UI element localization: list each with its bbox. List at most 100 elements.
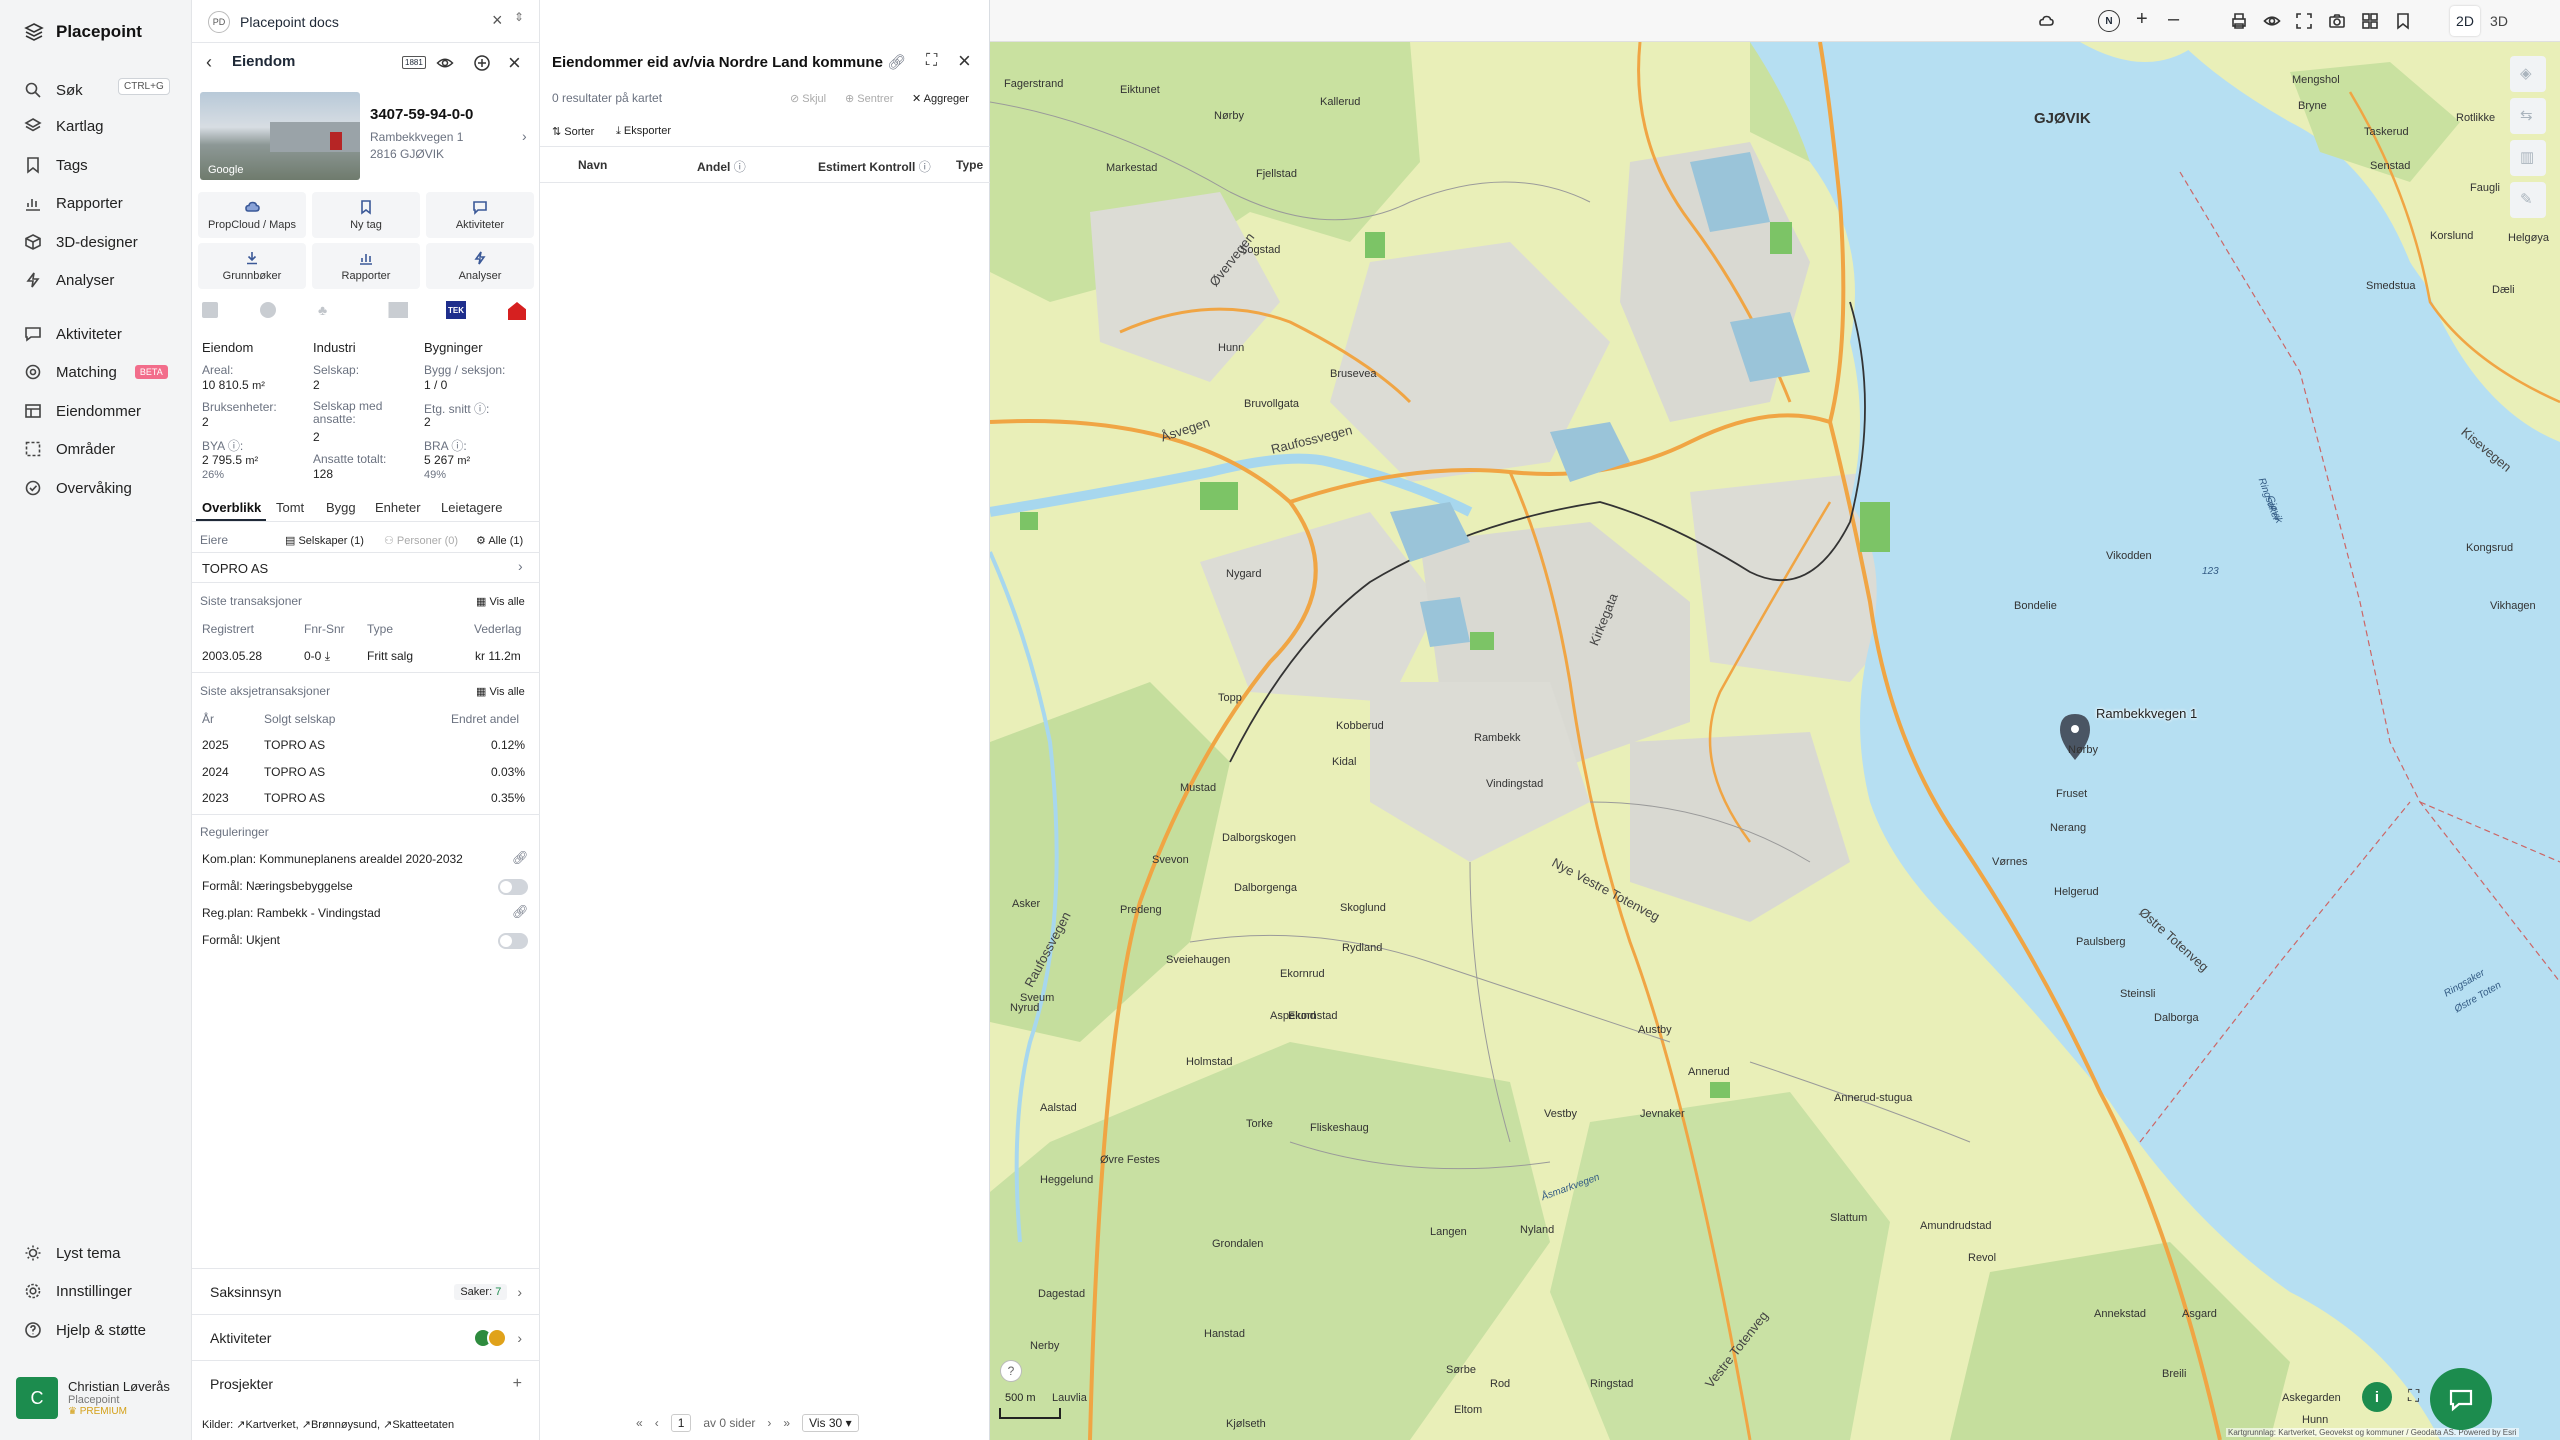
- brand[interactable]: Placepoint: [24, 22, 142, 42]
- map-tool-layers[interactable]: ◈: [2510, 56, 2546, 92]
- marker-label[interactable]: Rambekkvegen 1: [2096, 706, 2197, 721]
- hide-button[interactable]: ⊘ Skjul: [790, 92, 826, 105]
- saksinnsyn-accordion[interactable]: Saksinnsyn Saker: 7 ›: [192, 1268, 540, 1314]
- cloud-layer-icon[interactable]: [2037, 12, 2055, 30]
- first-page-icon[interactable]: «: [636, 1416, 643, 1430]
- map-tool-measure[interactable]: ⇆: [2510, 98, 2546, 134]
- link-icon[interactable]: 🔗︎: [512, 850, 529, 866]
- link-icon[interactable]: 🔗︎: [512, 904, 529, 920]
- user-profile[interactable]: C Christian Løverås Placepoint ♛ PREMIUM: [16, 1372, 184, 1424]
- provider-building-icon[interactable]: [202, 302, 218, 318]
- nav-item-overvaking[interactable]: Overvåking: [24, 476, 132, 500]
- fullscreen-icon[interactable]: [2295, 12, 2313, 30]
- nav-item-eiendommer[interactable]: Eiendommer: [24, 399, 141, 423]
- nav-item-rapporter[interactable]: Rapporter: [24, 191, 123, 215]
- bookmark-icon[interactable]: [2394, 12, 2412, 30]
- nav-item-help[interactable]: Hjelp & støtte: [24, 1318, 146, 1342]
- tab-enheter[interactable]: Enheter: [375, 500, 421, 515]
- map-canvas[interactable]: GJØVIK Fagerstrand Eiktunet Nørby Kaller…: [990, 42, 2560, 1440]
- zoom-out-icon[interactable]: –: [2168, 8, 2179, 31]
- mode-3d-button[interactable]: 3D: [2484, 6, 2514, 36]
- street-view-photo[interactable]: Google: [200, 92, 360, 180]
- add-circle-icon[interactable]: [473, 54, 491, 72]
- zoom-in-icon[interactable]: +: [2136, 8, 2148, 31]
- column-header-name[interactable]: Navn: [578, 158, 607, 172]
- expand-map-icon[interactable]: ⛶: [2408, 1388, 2419, 1406]
- tab-tomt[interactable]: Tomt: [276, 500, 304, 515]
- provider-globe-icon[interactable]: [260, 302, 276, 318]
- filter-persons[interactable]: ⚇ Personer (0): [384, 534, 458, 547]
- nav-item-search[interactable]: Søk: [24, 78, 83, 102]
- center-button[interactable]: ⊕ Sentrer: [845, 92, 893, 105]
- reports-button[interactable]: Rapporter: [312, 243, 420, 289]
- column-header-share[interactable]: Andel ⓘ: [697, 158, 746, 175]
- badge-1881[interactable]: 1881: [402, 56, 426, 69]
- workspace-switcher[interactable]: PD Placepoint docs: [208, 10, 528, 34]
- prev-page-icon[interactable]: ‹: [655, 1416, 659, 1430]
- source-skatteetaten[interactable]: ↗Skatteetaten: [383, 1419, 454, 1431]
- nav-item-3d-designer[interactable]: 3D-designer: [24, 230, 138, 254]
- nav-item-settings[interactable]: Innstillinger: [24, 1279, 132, 1303]
- provider-tek-icon[interactable]: TEK: [446, 301, 466, 319]
- filter-companies[interactable]: ▤ Selskaper (1): [285, 534, 364, 547]
- mode-2d-button[interactable]: 2D: [2450, 6, 2480, 36]
- last-page-icon[interactable]: »: [783, 1416, 790, 1430]
- owner-name[interactable]: TOPRO AS: [202, 561, 268, 576]
- share-row-company[interactable]: TOPRO AS: [264, 765, 325, 779]
- aktiviteter-accordion[interactable]: Aktiviteter ›: [192, 1314, 540, 1360]
- propcloud-button[interactable]: PropCloud / Maps: [198, 192, 306, 238]
- nav-item-theme[interactable]: Lyst tema: [24, 1241, 120, 1265]
- share-row-company[interactable]: TOPRO AS: [264, 791, 325, 805]
- new-tag-button[interactable]: Ny tag: [312, 192, 420, 238]
- camera-icon[interactable]: [2328, 12, 2346, 30]
- sort-button[interactable]: ⇅ Sorter: [552, 125, 594, 138]
- chevron-right-icon[interactable]: ›: [522, 128, 527, 144]
- nav-item-analyser[interactable]: Analyser: [24, 268, 114, 292]
- chevron-right-icon[interactable]: ›: [518, 558, 523, 574]
- nav-item-matching[interactable]: Matching BETA: [24, 360, 168, 384]
- map-tool-chart[interactable]: ▥: [2510, 140, 2546, 176]
- provider-house-icon[interactable]: [508, 302, 526, 320]
- property-marker-pin-icon[interactable]: [2066, 714, 2086, 760]
- back-icon[interactable]: ‹: [206, 52, 212, 73]
- provider-bars-icon[interactable]: [382, 302, 408, 318]
- info-icon[interactable]: i: [2362, 1382, 2392, 1412]
- filter-all[interactable]: ⚙ Alle (1): [476, 534, 523, 547]
- source-kartverket[interactable]: ↗Kartverket,: [236, 1419, 298, 1431]
- close-workspace-icon[interactable]: ×: [492, 10, 503, 31]
- prosjekter-accordion[interactable]: Prosjekter +: [192, 1360, 540, 1406]
- nav-item-omrader[interactable]: Områder: [24, 437, 115, 461]
- nav-item-aktiviteter[interactable]: Aktiviteter: [24, 322, 122, 346]
- analyses-button[interactable]: Analyser: [426, 243, 534, 289]
- next-page-icon[interactable]: ›: [767, 1416, 771, 1430]
- provider-plant-icon[interactable]: ♣: [318, 302, 327, 318]
- map-tool-draw[interactable]: ✎: [2510, 182, 2546, 218]
- activities-button[interactable]: Aktiviteter: [426, 192, 534, 238]
- nav-item-kartlag[interactable]: Kartlag: [24, 114, 104, 138]
- tab-bygg[interactable]: Bygg: [326, 500, 356, 515]
- close-panel-icon[interactable]: ×: [508, 50, 521, 76]
- tab-leietagere[interactable]: Leietagere: [441, 500, 502, 515]
- chevron-updown-icon[interactable]: ⇕: [514, 10, 524, 24]
- close-panel-icon[interactable]: ×: [958, 48, 971, 74]
- compass-icon[interactable]: N: [2098, 10, 2120, 32]
- export-button[interactable]: ⤓ Eksporter: [616, 125, 671, 138]
- map-help-icon[interactable]: ?: [1000, 1360, 1022, 1382]
- page-input[interactable]: 1: [670, 1414, 692, 1432]
- column-header-type[interactable]: Type: [956, 158, 983, 172]
- formal-1-toggle[interactable]: [498, 879, 528, 895]
- share-row-company[interactable]: TOPRO AS: [264, 738, 325, 752]
- grid-icon[interactable]: [2361, 12, 2379, 30]
- column-header-control[interactable]: Estimert Kontroll ⓘ: [818, 158, 931, 175]
- per-page-select[interactable]: Vis 30 ▾: [802, 1414, 859, 1432]
- expand-icon[interactable]: ⛶: [926, 52, 937, 70]
- aggregate-button[interactable]: ✕ Aggreger: [912, 92, 969, 105]
- source-bronnoysund[interactable]: ↗Brønnøysund,: [302, 1419, 380, 1431]
- print-icon[interactable]: [2230, 12, 2248, 30]
- share-tx-show-all[interactable]: ▦ Vis alle: [476, 685, 525, 698]
- nav-item-tags[interactable]: Tags: [24, 153, 88, 177]
- eye-icon[interactable]: [436, 54, 454, 72]
- tab-overblikk[interactable]: Overblikk: [202, 500, 261, 515]
- tx-fnr[interactable]: 0-0 ⤓: [304, 649, 330, 664]
- chat-button[interactable]: [2430, 1368, 2492, 1430]
